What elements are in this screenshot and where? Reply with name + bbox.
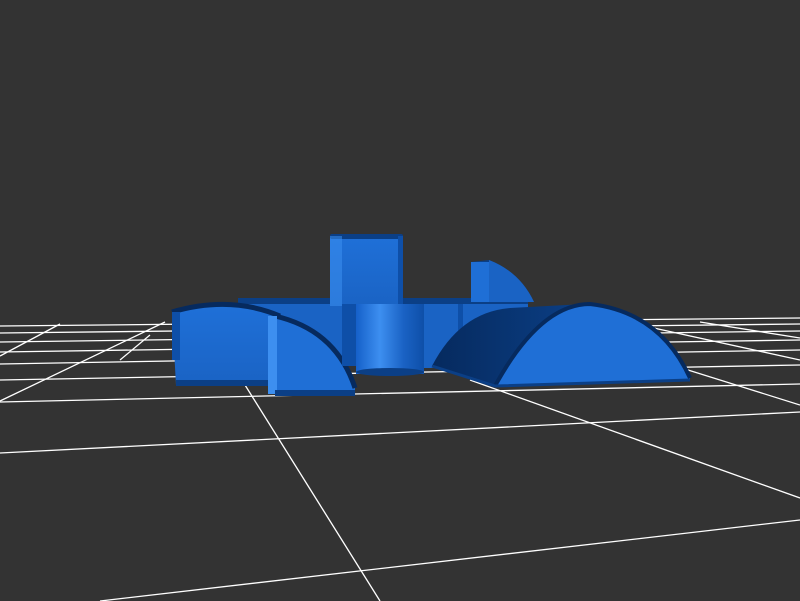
left-quarter-cylinder (171, 301, 281, 386)
front-cylinder (356, 304, 424, 376)
tall-cube (330, 234, 403, 306)
scene-canvas[interactable] (0, 0, 800, 601)
3d-viewport[interactable] (0, 0, 800, 601)
middle-block (342, 304, 358, 366)
top-quarter-round (471, 260, 534, 302)
